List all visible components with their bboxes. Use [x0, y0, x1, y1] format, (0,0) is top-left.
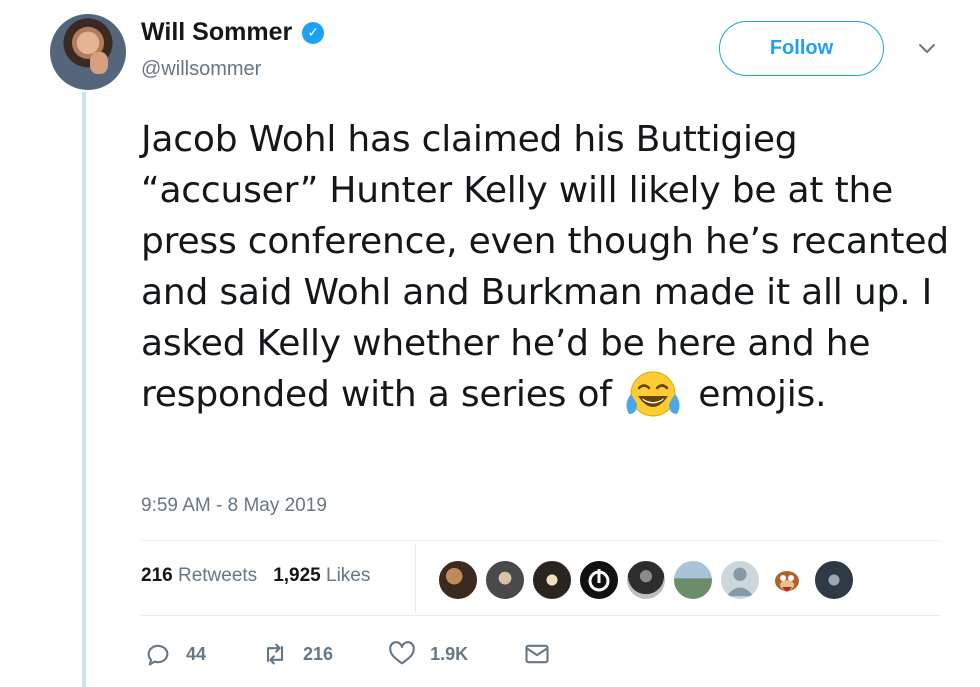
default-user-icon	[726, 567, 754, 597]
cartoon-avatar[interactable]	[767, 560, 807, 600]
like-action[interactable]: 1.9K	[388, 640, 468, 668]
likers-avatar-list	[438, 560, 854, 600]
tweet-actions: 44 216 1.9K	[144, 640, 606, 668]
liker-avatar[interactable]	[673, 560, 713, 600]
retweets-count: 216	[141, 565, 173, 586]
retweets-stat[interactable]: 216 Retweets	[141, 565, 257, 587]
like-count: 1.9K	[430, 643, 469, 664]
reply-count: 44	[186, 643, 207, 664]
author-name[interactable]: Will Sommer	[141, 18, 292, 47]
follow-button[interactable]: Follow	[719, 21, 884, 76]
direct-message-action[interactable]	[523, 640, 551, 668]
tweet-text: Jacob Wohl has claimed his Buttigieg “ac…	[141, 114, 951, 422]
liker-avatar[interactable]	[814, 560, 854, 600]
divider-bottom	[141, 615, 941, 616]
rebel-alliance-icon	[588, 569, 610, 592]
author-handle[interactable]: @willsommer	[141, 58, 261, 81]
reply-icon	[147, 644, 169, 666]
liker-avatar[interactable]	[532, 560, 572, 600]
author-name-row: Will Sommer ✓	[141, 18, 325, 47]
cartoon-character-icon	[775, 571, 799, 592]
tweet-text-tail: emojis.	[698, 374, 827, 415]
retweet-icon	[266, 643, 284, 665]
retweet-action[interactable]: 216	[261, 640, 333, 668]
liker-avatar[interactable]	[485, 560, 525, 600]
tweet-text-main: Jacob Wohl has claimed his Buttigieg “ac…	[141, 119, 949, 415]
reply-action[interactable]: 44	[144, 640, 206, 668]
default-profile-avatar-icon[interactable]	[720, 560, 760, 600]
avatar-hand-detail	[90, 52, 108, 74]
face-with-tears-of-joy-emoji-icon	[626, 371, 680, 417]
stats-separator	[415, 543, 416, 613]
verified-badge-icon: ✓	[302, 21, 325, 44]
thread-connector-line	[82, 92, 86, 687]
chevron-down-icon[interactable]	[915, 36, 939, 60]
heart-icon	[389, 641, 415, 665]
rebel-alliance-avatar-icon[interactable]	[579, 560, 619, 600]
likes-label: Likes	[326, 565, 371, 586]
liker-avatar[interactable]	[438, 560, 478, 600]
divider-top	[141, 540, 941, 541]
retweet-count: 216	[303, 643, 334, 664]
retweets-label: Retweets	[177, 565, 258, 586]
likes-stat[interactable]: 1,925 Likes	[273, 565, 370, 587]
author-avatar[interactable]	[50, 14, 126, 90]
likes-count: 1,925	[273, 565, 321, 586]
engagement-stats: 216 Retweets 1,925 Likes	[141, 565, 370, 587]
tweet-timestamp[interactable]: 9:59 AM - 8 May 2019	[141, 495, 327, 517]
envelope-icon	[525, 644, 549, 664]
liker-avatar[interactable]	[626, 560, 666, 600]
